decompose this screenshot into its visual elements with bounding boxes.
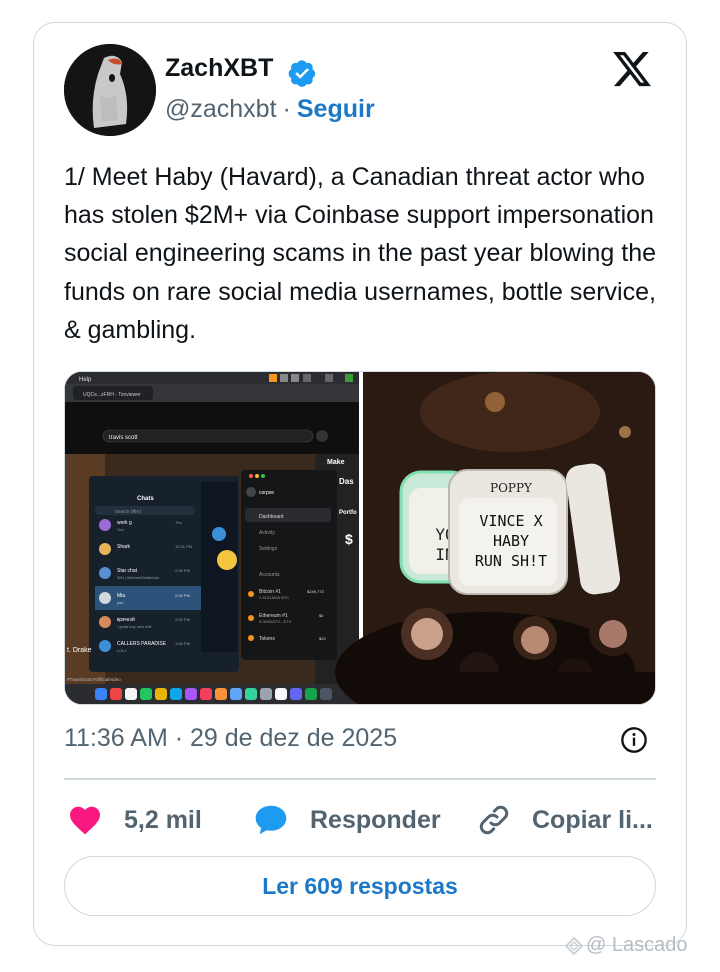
tweet-timestamp[interactable]: 11:36 AM · 29 de dez de 2025 xyxy=(64,724,397,753)
tweet-media[interactable]: Help UQCe...zFRH - Tonviewer travis scot… xyxy=(64,371,656,705)
chats-search: Search (⌘K) xyxy=(115,509,142,514)
chat-preview: You xyxy=(117,527,124,532)
chat-name: Mia xyxy=(117,593,125,599)
chat-time: 1:58 PM xyxy=(175,641,190,646)
chat-time: 12:51 PM xyxy=(175,544,192,549)
chat-time: Thu xyxy=(175,520,182,525)
main-sign-line: VINCE X xyxy=(479,512,542,530)
video-caption: #TravisScott #OfficialVideo xyxy=(67,677,121,682)
wallet-account: corpse xyxy=(259,490,274,496)
browser-tab: UQCe...zFRH - Tonviewer xyxy=(83,392,141,398)
like-count: 5,2 mil xyxy=(124,805,202,834)
wallet-nav-item: Activity xyxy=(259,530,275,536)
side-label-dollar: $ xyxy=(345,531,353,547)
copy-link-button[interactable]: Copiar li... xyxy=(476,800,653,840)
chat-time: 2:06 PM xyxy=(175,593,190,598)
heart-icon xyxy=(70,806,100,835)
wallet-asset-value: $0 xyxy=(319,613,324,618)
wallet-asset-value: $249,773 xyxy=(307,589,324,594)
chat-time: 2:05 PM xyxy=(175,617,190,622)
reply-bubble-icon xyxy=(255,805,287,835)
verified-badge-icon xyxy=(288,60,316,87)
chat-preview: Win | MichaelSiddleAds xyxy=(117,575,159,580)
wallet-asset-value: $20 xyxy=(319,636,326,641)
main-sign-line: RUN SH!T xyxy=(475,552,547,570)
x-logo-icon[interactable] xyxy=(610,48,654,90)
tweet-text: 1/ Meet Haby (Havard), a Canadian threat… xyxy=(64,163,657,344)
main-sign-top: POPPY xyxy=(490,481,533,495)
wallet-asset: Tokens xyxy=(259,636,275,642)
chat-name: Shark xyxy=(117,544,131,550)
chat-time: 2:06 PM xyxy=(175,568,190,573)
divider xyxy=(64,778,656,780)
read-replies-button[interactable]: Ler 609 respostas xyxy=(64,856,656,916)
chat-name: work g xyxy=(117,520,132,526)
wallet-nav-item: Settings xyxy=(259,546,278,552)
author-handle-row: @zachxbt · Seguir xyxy=(165,95,375,124)
side-label-portfo: Portfo xyxy=(339,510,357,516)
info-icon[interactable] xyxy=(620,726,648,754)
main-sign-line: HABY xyxy=(493,532,529,550)
copy-link-label: Copiar li... xyxy=(532,805,653,834)
chat-preview: LOLz xyxy=(117,648,127,653)
reply-button[interactable]: Responder xyxy=(252,800,441,840)
media-screenshot[interactable]: Help UQCe...zFRH - Tonviewer travis scot… xyxy=(65,372,359,705)
like-button[interactable]: 5,2 mil xyxy=(66,800,202,840)
wallet-nav-item: Dashboard xyxy=(259,514,284,520)
wallet-asset-amount: 2.51313649 BTC xyxy=(259,595,289,600)
reply-label: Responder xyxy=(310,805,441,834)
wallet-accounts-label: Accounts xyxy=(259,572,280,578)
author-handle[interactable]: @zachxbt xyxy=(165,95,277,123)
side-label-make: Make xyxy=(327,459,345,466)
chat-preview: yoo xyxy=(117,600,124,605)
chat-name: ҝрзчнэй xyxy=(117,616,135,623)
menu-help: Help xyxy=(79,377,92,383)
drake-label: t. Drake xyxy=(67,647,92,654)
chat-name: CALLERS PARADISE xyxy=(117,641,167,647)
chat-name: Star chat xyxy=(117,568,138,574)
watermark-text: @ Lascado xyxy=(586,934,688,956)
separator: · xyxy=(282,95,291,123)
author-avatar[interactable] xyxy=(64,44,156,136)
follow-button[interactable]: Seguir xyxy=(297,95,375,123)
side-label-das: Das xyxy=(339,477,354,486)
chat-preview: I gotta buy new shit xyxy=(117,624,152,629)
chats-title: Chats xyxy=(137,496,154,502)
wallet-asset-amount: 0.00000072...ETH xyxy=(259,619,292,624)
yt-search-text: travis scott xyxy=(109,435,138,441)
watermark: @ Lascado xyxy=(562,934,687,957)
media-photo[interactable]: YO IN POPPY VINCE X HABY RUN SH!T xyxy=(335,372,656,705)
watermark-diamond-icon xyxy=(564,936,584,955)
author-name[interactable]: ZachXBT xyxy=(165,54,273,83)
link-icon xyxy=(479,805,509,835)
